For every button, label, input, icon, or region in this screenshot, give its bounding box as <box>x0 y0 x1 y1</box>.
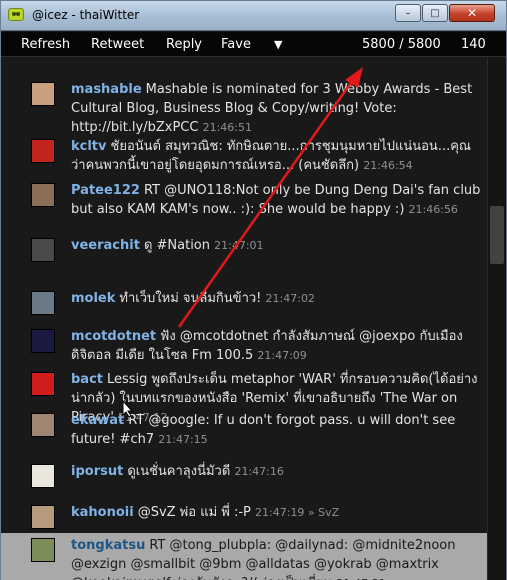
tweet-row[interactable]: molek ทำเว็บใหม่ จนลืมกินข้าว! 21:47:02 <box>1 286 487 322</box>
avatar[interactable] <box>31 183 55 207</box>
tweet-text: ดู #Nation <box>143 238 210 253</box>
tweet-timestamp: 21:47:09 <box>257 349 307 362</box>
tweet-text: RT @google: If u don't forgot pass. u wi… <box>71 413 456 447</box>
scrollbar-thumb[interactable] <box>490 206 504 264</box>
tweet-username[interactable]: mcotdotnet <box>71 329 156 344</box>
tweet-row[interactable]: mashable Mashable is nominated for 3 Webb… <box>1 77 487 135</box>
tweet-username[interactable]: iporsut <box>71 464 123 479</box>
tweet-timestamp: 21:46:56 <box>408 203 458 216</box>
app-icon <box>8 8 24 21</box>
maximize-button[interactable]: □ <box>422 4 448 22</box>
scrollbar[interactable] <box>487 58 506 580</box>
tweet-row[interactable]: veerachit ดู #Nation 21:47:01 <box>1 233 487 266</box>
tweet-row[interactable]: kahonoii @SvZ พ่อ แม่ พี่ :-P 21:47:19 » … <box>1 500 487 530</box>
avatar[interactable] <box>31 329 55 353</box>
avatar[interactable] <box>31 464 55 488</box>
reply-button[interactable]: Reply <box>166 37 202 52</box>
close-button[interactable]: ✕ <box>449 4 495 22</box>
tweet-timestamp: 21:47:01 <box>214 239 264 252</box>
avatar[interactable] <box>31 82 55 106</box>
timeline[interactable]: 21:46:44 » SvZmashableMashable is nomina… <box>1 58 487 580</box>
minimize-button[interactable]: – <box>395 4 421 22</box>
char-counter: 140 <box>461 37 486 52</box>
menu-dropdown-icon[interactable]: ▼ <box>274 38 282 51</box>
tweet-username[interactable]: mashable <box>71 82 142 97</box>
avatar[interactable] <box>31 372 55 396</box>
tweet-username[interactable]: tongkatsu <box>71 538 145 553</box>
avatar[interactable] <box>31 238 55 262</box>
app-window: @icez - thaiWitter – □ ✕ Refresh Retweet… <box>0 0 507 580</box>
fave-button[interactable]: Fave <box>221 37 251 52</box>
refresh-button[interactable]: Refresh <box>21 37 70 52</box>
tweet-timestamp: 21:47:16 <box>234 465 284 478</box>
tweet-username[interactable]: molek <box>71 291 115 306</box>
tweet-timestamp: 21:46:54 <box>363 159 413 172</box>
tweet-count: 5800 / 5800 <box>362 37 441 52</box>
tweet-username[interactable]: Patee122 <box>71 183 140 198</box>
avatar[interactable] <box>31 291 55 315</box>
tweet-row[interactable]: mcotdotnet ฟัง @mcotdotnet กำลังสัมภาษณ์ … <box>1 324 487 365</box>
avatar[interactable] <box>31 139 55 163</box>
tweet-timestamp: 21:46:51 <box>202 121 252 134</box>
avatar[interactable] <box>31 505 55 529</box>
tweet-row[interactable]: tongkatsu RT @tong_plubpla: @dailynad: @m… <box>1 533 487 580</box>
avatar[interactable] <box>31 538 55 562</box>
tweet-username[interactable]: ekawat <box>71 413 124 428</box>
tweet-text: @SvZ พ่อ แม่ พี่ :-P <box>137 505 251 520</box>
tweet-row[interactable]: Patee122 RT @UNO118:Not only be Dung Deng… <box>1 178 487 231</box>
tweet-username[interactable]: kcltv <box>71 139 107 154</box>
tweet-row[interactable]: iporsut ดูเนชั่นคาลุงนี่มัวดี 21:47:16 <box>1 459 487 489</box>
toolbar: Refresh Retweet Reply Fave ▼ 5800 / 5800… <box>1 32 506 57</box>
retweet-button[interactable]: Retweet <box>91 37 144 52</box>
tweet-row[interactable]: kcltv ชัยอนันต์ สมุทวณิช: ทักษิณตาย...การ… <box>1 134 487 176</box>
tweet-text: ทำเว็บใหม่ จนลืมกินข้าว! <box>119 291 262 306</box>
tweet-row[interactable]: ekawat RT @google: If u don't forgot pass… <box>1 408 487 447</box>
tweet-username[interactable]: kahonoii <box>71 505 134 520</box>
tweet-timestamp: 21:47:19 » SvZ <box>255 506 340 519</box>
tweet-timestamp: 21:47:15 <box>158 433 208 446</box>
tweet-timestamp: 21:47:02 <box>265 292 315 305</box>
tweet-text: ดูเนชั่นคาลุงนี่มัวดี <box>127 464 231 479</box>
window-title: @icez - thaiWitter <box>32 8 140 22</box>
avatar[interactable] <box>31 413 55 437</box>
tweet-username[interactable]: veerachit <box>71 238 140 253</box>
tweet-username[interactable]: bact <box>71 372 103 387</box>
title-bar[interactable]: @icez - thaiWitter – □ ✕ <box>1 1 506 31</box>
